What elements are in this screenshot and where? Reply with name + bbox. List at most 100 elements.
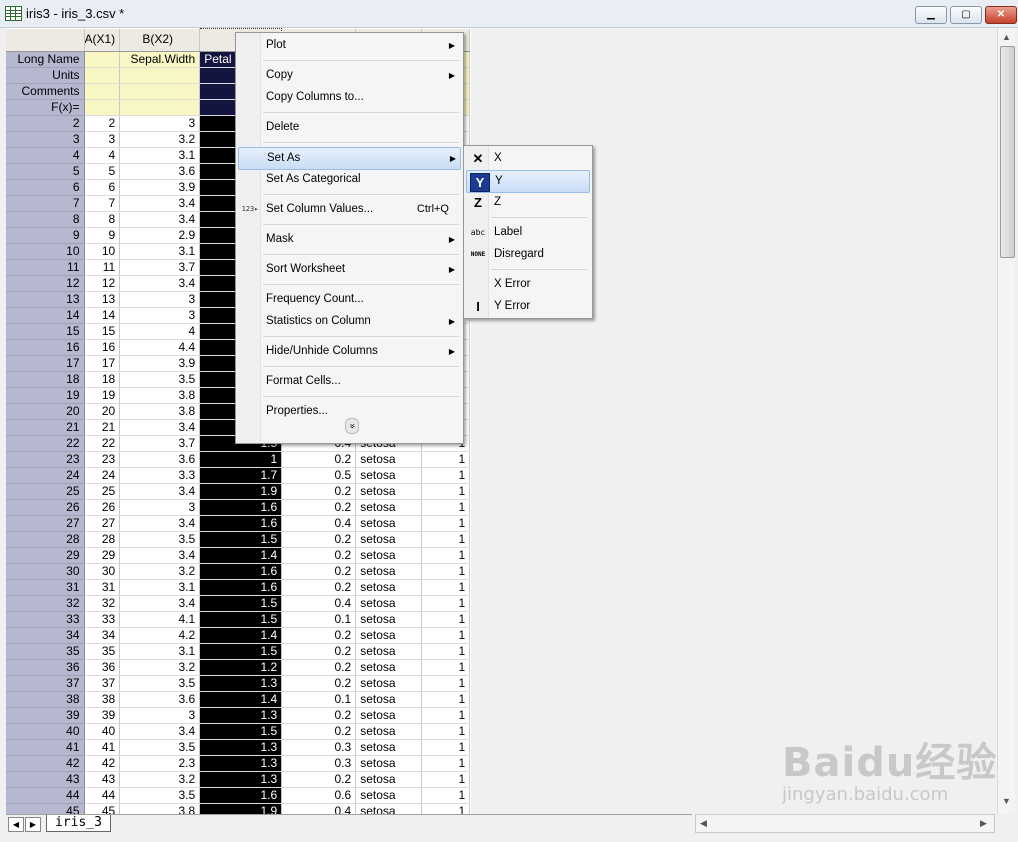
- menu-item-mask[interactable]: Mask ▶: [238, 229, 459, 250]
- row-header[interactable]: 27: [6, 515, 85, 532]
- row-header[interactable]: 29: [6, 547, 85, 564]
- cell[interactable]: 19: [84, 387, 121, 404]
- cell[interactable]: 1.6: [199, 515, 283, 532]
- cell[interactable]: 23: [84, 451, 121, 468]
- cell[interactable]: setosa: [355, 595, 423, 612]
- cell[interactable]: 0.2: [281, 643, 357, 660]
- row-header[interactable]: 39: [6, 707, 85, 724]
- meta-cell[interactable]: [119, 99, 201, 116]
- cell[interactable]: setosa: [355, 739, 423, 756]
- grid-corner[interactable]: [6, 28, 85, 52]
- cell[interactable]: 3.4: [119, 211, 201, 228]
- cell[interactable]: setosa: [355, 803, 423, 814]
- cell[interactable]: 14: [84, 307, 121, 324]
- cell[interactable]: 1: [421, 563, 471, 580]
- cell[interactable]: 3.3: [119, 467, 201, 484]
- cell[interactable]: setosa: [355, 451, 423, 468]
- cell[interactable]: 1: [421, 483, 471, 500]
- cell[interactable]: 1.3: [199, 771, 283, 788]
- submenu-item-x-error[interactable]: X Error: [466, 274, 588, 295]
- cell[interactable]: 1.3: [199, 755, 283, 772]
- cell[interactable]: 4.1: [119, 611, 201, 628]
- menu-item-hide-unhide-columns[interactable]: Hide/Unhide Columns ▶: [238, 341, 459, 362]
- submenu-item-y[interactable]: YY: [466, 170, 590, 193]
- cell[interactable]: 22: [84, 435, 121, 452]
- cell[interactable]: 3.4: [119, 547, 201, 564]
- row-header[interactable]: 6: [6, 179, 85, 196]
- cell[interactable]: 9: [84, 227, 121, 244]
- cell[interactable]: 0.1: [281, 611, 357, 628]
- cell[interactable]: 4: [119, 323, 201, 340]
- cell[interactable]: 3.1: [119, 147, 201, 164]
- cell[interactable]: 10: [84, 243, 121, 260]
- row-header[interactable]: 21: [6, 419, 85, 436]
- cell[interactable]: 0.5: [281, 467, 357, 484]
- cell[interactable]: setosa: [355, 675, 423, 692]
- horizontal-scrollbar[interactable]: ◀ ▶: [695, 814, 995, 833]
- cell[interactable]: 3.4: [119, 195, 201, 212]
- cell[interactable]: 1: [199, 451, 283, 468]
- cell[interactable]: 3.7: [119, 435, 201, 452]
- cell[interactable]: 3: [84, 131, 121, 148]
- cell[interactable]: 1: [421, 467, 471, 484]
- menu-item-sort-worksheet[interactable]: Sort Worksheet ▶: [238, 259, 459, 280]
- cell[interactable]: 1: [421, 451, 471, 468]
- cell[interactable]: 38: [84, 691, 121, 708]
- cell[interactable]: 1: [421, 611, 471, 628]
- menu-item-set-column-values[interactable]: 123▸ Set Column Values... Ctrl+Q: [238, 199, 459, 220]
- cell[interactable]: 0.2: [281, 483, 357, 500]
- cell[interactable]: 3.2: [119, 563, 201, 580]
- row-header[interactable]: 31: [6, 579, 85, 596]
- cell[interactable]: 3.6: [119, 451, 201, 468]
- cell[interactable]: setosa: [355, 659, 423, 676]
- cell[interactable]: 1.6: [199, 563, 283, 580]
- row-header[interactable]: 18: [6, 371, 85, 388]
- row-header[interactable]: 17: [6, 355, 85, 372]
- row-header[interactable]: 26: [6, 499, 85, 516]
- cell[interactable]: 3.5: [119, 675, 201, 692]
- row-header[interactable]: 9: [6, 227, 85, 244]
- cell[interactable]: 3.1: [119, 643, 201, 660]
- cell[interactable]: 1.4: [199, 691, 283, 708]
- cell[interactable]: setosa: [355, 771, 423, 788]
- cell[interactable]: 0.6: [281, 787, 357, 804]
- cell[interactable]: 45: [84, 803, 121, 814]
- cell[interactable]: setosa: [355, 531, 423, 548]
- scroll-up-icon[interactable]: ▲: [1002, 32, 1011, 42]
- cell[interactable]: 0.2: [281, 627, 357, 644]
- row-header[interactable]: 35: [6, 643, 85, 660]
- cell[interactable]: 7: [84, 195, 121, 212]
- cell[interactable]: setosa: [355, 579, 423, 596]
- row-header[interactable]: 16: [6, 339, 85, 356]
- cell[interactable]: 1.5: [199, 723, 283, 740]
- cell[interactable]: 20: [84, 403, 121, 420]
- cell[interactable]: 1.3: [199, 739, 283, 756]
- cell[interactable]: 3.6: [119, 163, 201, 180]
- cell[interactable]: 3.4: [119, 483, 201, 500]
- cell[interactable]: 2.9: [119, 227, 201, 244]
- cell[interactable]: 1.3: [199, 707, 283, 724]
- row-header[interactable]: 20: [6, 403, 85, 420]
- cell[interactable]: 33: [84, 611, 121, 628]
- cell[interactable]: 3.5: [119, 531, 201, 548]
- cell[interactable]: 0.4: [281, 803, 357, 814]
- row-header[interactable]: 2: [6, 115, 85, 132]
- row-header[interactable]: 40: [6, 723, 85, 740]
- row-header[interactable]: 22: [6, 435, 85, 452]
- cell[interactable]: setosa: [355, 691, 423, 708]
- cell[interactable]: setosa: [355, 707, 423, 724]
- submenu-item-disregard[interactable]: NONE Disregard: [466, 244, 588, 265]
- cell[interactable]: 1.2: [199, 659, 283, 676]
- cell[interactable]: 4.2: [119, 627, 201, 644]
- cell[interactable]: 41: [84, 739, 121, 756]
- row-header[interactable]: 38: [6, 691, 85, 708]
- cell[interactable]: 1: [421, 595, 471, 612]
- cell[interactable]: 3.8: [119, 403, 201, 420]
- row-header[interactable]: 4: [6, 147, 85, 164]
- vertical-scrollbar[interactable]: ▲ ▼: [997, 28, 1015, 814]
- menu-item-frequency-count[interactable]: Frequency Count...: [238, 289, 459, 310]
- scroll-left-icon[interactable]: ◀: [700, 818, 707, 829]
- cell[interactable]: 1: [421, 579, 471, 596]
- submenu-item-label[interactable]: abc Label: [466, 222, 588, 243]
- cell[interactable]: 1: [421, 803, 471, 814]
